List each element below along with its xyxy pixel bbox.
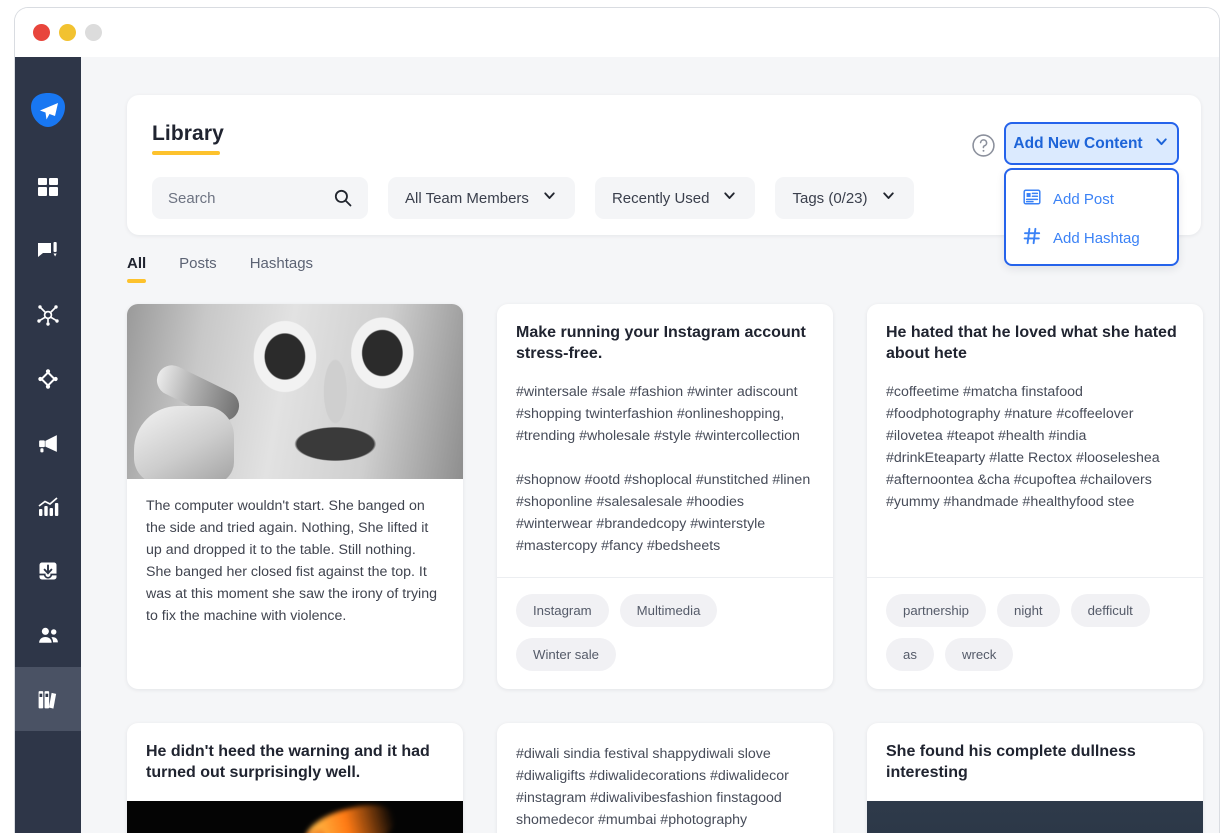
add-new-content-button[interactable]: Add New Content	[1004, 122, 1179, 165]
filter-team-members[interactable]: All Team Members	[388, 177, 575, 219]
tag-pill[interactable]: Instagram	[516, 593, 609, 627]
card-title: He hated that he loved what she hated ab…	[886, 324, 1177, 363]
content-card[interactable]: He hated that he loved what she hated ab…	[867, 304, 1203, 689]
chevron-down-icon	[880, 187, 897, 209]
search-icon[interactable]	[333, 188, 353, 213]
maximize-window-button[interactable]	[85, 24, 102, 41]
card-title: Make running your Instagram account stre…	[516, 324, 806, 363]
content-card[interactable]: #diwali sindia festival shappydiwali slo…	[497, 722, 833, 833]
filter-tags[interactable]: Tags (0/23)	[775, 177, 914, 219]
card-image-colored-pencils	[867, 801, 1203, 833]
chevron-down-icon	[541, 187, 558, 209]
menu-item-add-post[interactable]: Add Post	[1006, 180, 1177, 219]
tab-all-label: All	[127, 255, 147, 272]
content-type-tabs: All Posts Hashtags	[127, 255, 313, 283]
content-card-grid: The computer wouldn't start. She banged …	[127, 304, 1203, 833]
tab-all[interactable]: All	[127, 255, 147, 283]
menu-item-add-hashtag[interactable]: Add Hashtag	[1006, 219, 1177, 258]
filter-sort-order[interactable]: Recently Used	[594, 177, 756, 219]
app-logo[interactable]	[29, 91, 67, 129]
app-window: Library All Team Members	[14, 7, 1220, 833]
tag-pill[interactable]: Winter sale	[516, 637, 616, 671]
card-title: He didn't heed the warning and it had tu…	[146, 742, 430, 781]
sidebar-item-inbox[interactable]	[15, 539, 81, 603]
tag-pill[interactable]: Multimedia	[619, 593, 718, 627]
menu-item-add-post-label: Add Post	[1053, 191, 1114, 208]
menu-item-add-hashtag-label: Add Hashtag	[1053, 230, 1140, 247]
search-box[interactable]	[152, 177, 368, 219]
sidebar-item-compose[interactable]	[15, 219, 81, 283]
content-card[interactable]: The computer wouldn't start. She banged …	[127, 304, 463, 689]
filter-bar: All Team Members Recently Used Tags (0/2…	[152, 177, 914, 219]
books-library-icon	[36, 687, 61, 712]
card-body-text: The computer wouldn't start. She banged …	[146, 498, 437, 624]
filter-sort-order-label: Recently Used	[611, 189, 710, 207]
tag-pill[interactable]: partnership	[886, 593, 986, 627]
tag-pill[interactable]: night	[996, 593, 1060, 627]
help-icon[interactable]	[971, 133, 996, 158]
chevron-down-icon	[721, 187, 738, 209]
tab-hashtags-label: Hashtags	[249, 255, 314, 272]
chevron-down-icon	[1153, 133, 1170, 155]
sidebar-item-library[interactable]	[15, 667, 81, 731]
tag-pill[interactable]: as	[886, 637, 934, 671]
card-tags: Instagram Multimedia Winter sale	[497, 576, 833, 689]
add-new-content-label: Add New Content	[1013, 134, 1143, 152]
tag-pill[interactable]: wreck	[944, 637, 1014, 671]
tab-hashtags[interactable]: Hashtags	[250, 255, 313, 283]
search-input[interactable]	[168, 189, 328, 207]
analytics-chart-icon	[36, 495, 60, 519]
sidebar	[15, 57, 81, 833]
minimize-window-button[interactable]	[59, 24, 76, 41]
tag-pill[interactable]: defficult	[1070, 593, 1150, 627]
card-image-portrait-man-cigar	[127, 304, 463, 479]
sidebar-item-dashboard[interactable]	[15, 155, 81, 219]
inbox-download-icon	[36, 559, 60, 583]
tab-posts[interactable]: Posts	[179, 255, 217, 283]
compose-message-icon	[36, 239, 60, 263]
card-body-text: #diwali sindia festival shappydiwali slo…	[516, 745, 789, 828]
content-card[interactable]: He didn't heed the warning and it had tu…	[127, 722, 463, 833]
page-title-underline	[152, 151, 220, 155]
diamond-nodes-icon	[36, 367, 60, 391]
post-article-icon	[1022, 187, 1042, 212]
card-body-text: #coffeetime #matcha finstafood #foodphot…	[886, 383, 1160, 510]
content-card[interactable]: Make running your Instagram account stre…	[497, 304, 833, 689]
sidebar-item-automation[interactable]	[15, 347, 81, 411]
filter-team-members-label: All Team Members	[405, 189, 529, 207]
dashboard-grid-icon	[36, 175, 60, 199]
card-image-fire-flame	[127, 801, 463, 833]
window-titlebar	[15, 8, 1219, 57]
card-title: She found his complete dullness interest…	[886, 742, 1136, 781]
tab-posts-label: Posts	[179, 255, 217, 272]
network-share-icon	[36, 303, 60, 327]
filter-tags-label: Tags (0/23)	[792, 189, 868, 207]
card-body-text: #wintersale #sale #fashion #winter adisc…	[516, 383, 811, 554]
close-window-button[interactable]	[33, 24, 50, 41]
sidebar-item-team[interactable]	[15, 603, 81, 667]
content-card[interactable]: She found his complete dullness interest…	[867, 722, 1203, 833]
main-canvas: Library All Team Members	[81, 57, 1219, 833]
hashtag-icon	[1022, 226, 1042, 251]
sidebar-item-network[interactable]	[15, 283, 81, 347]
add-content-dropdown-menu: Add Post Add Hashtag	[1004, 168, 1179, 266]
sidebar-item-campaigns[interactable]	[15, 411, 81, 475]
sidebar-item-analytics[interactable]	[15, 475, 81, 539]
page-title: Library	[152, 122, 224, 145]
library-header-panel: Library All Team Members	[127, 95, 1201, 266]
people-group-icon	[36, 623, 61, 648]
megaphone-icon	[36, 431, 61, 456]
card-tags: partnership night defficult as wreck	[867, 576, 1203, 689]
